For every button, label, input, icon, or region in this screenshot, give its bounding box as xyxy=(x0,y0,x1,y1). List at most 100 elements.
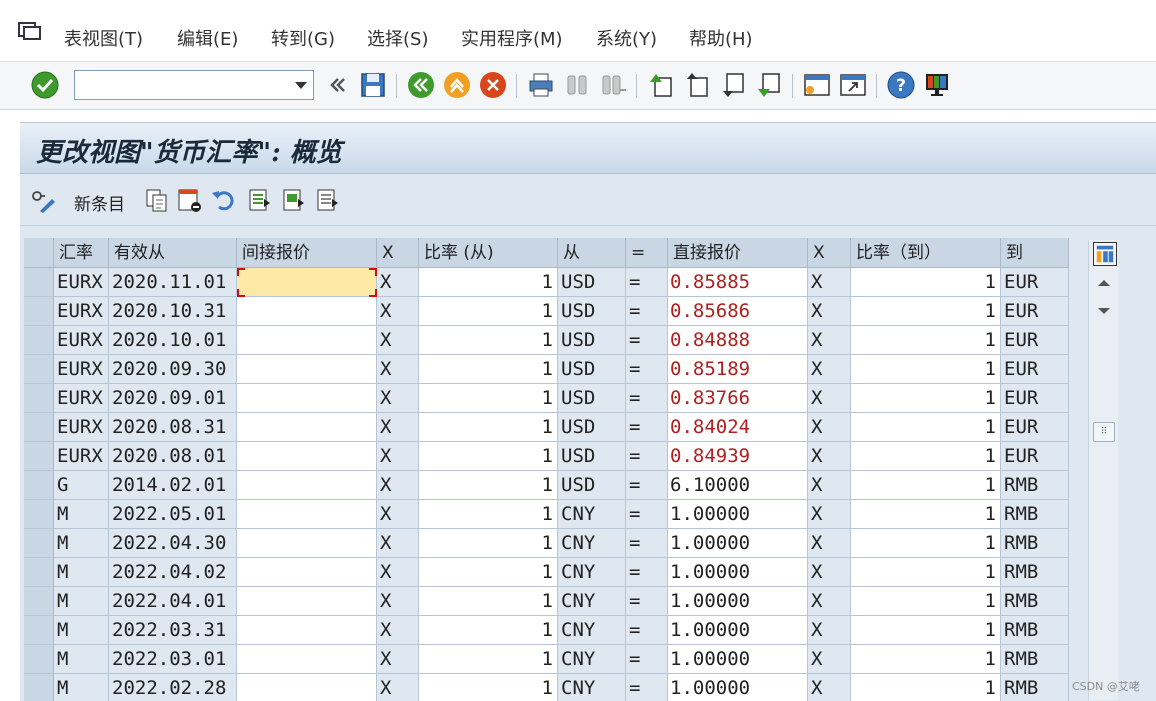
cell-ratio-to[interactable]: 1 xyxy=(851,471,1001,500)
cell-indirect-quote[interactable] xyxy=(237,529,377,558)
shortcut-icon[interactable] xyxy=(838,70,868,100)
previous-page-icon[interactable] xyxy=(682,70,712,100)
cell-ratio-to[interactable]: 1 xyxy=(851,529,1001,558)
enter-check-icon[interactable] xyxy=(30,70,60,100)
cell-direct-quote[interactable]: 0.83766 xyxy=(668,384,808,413)
cell-indirect-quote[interactable] xyxy=(237,297,377,326)
cell-ratio-from[interactable]: 1 xyxy=(419,355,558,384)
cell-ratio-to[interactable]: 1 xyxy=(851,297,1001,326)
menu-goto[interactable]: 转到(G) xyxy=(271,25,335,51)
row-selector[interactable] xyxy=(24,384,54,413)
edit-toggle-icon[interactable] xyxy=(30,187,56,213)
cell-ratio-from[interactable]: 1 xyxy=(419,587,558,616)
row-selector[interactable] xyxy=(24,297,54,326)
menu-table-view[interactable]: 表视图(T) xyxy=(64,25,143,51)
collapse-chevron-icon[interactable] xyxy=(322,70,352,100)
help-icon[interactable]: ? xyxy=(886,70,916,100)
exit-icon[interactable] xyxy=(442,70,472,100)
cell-direct-quote[interactable]: 1.00000 xyxy=(668,674,808,701)
cell-indirect-quote[interactable] xyxy=(237,558,377,587)
menu-system[interactable]: 系统(Y) xyxy=(596,25,657,51)
cell-ratio-from[interactable]: 1 xyxy=(419,645,558,674)
column-header-ratio-to[interactable]: 比率（到） xyxy=(851,238,1001,268)
command-field[interactable] xyxy=(74,70,314,100)
last-page-icon[interactable] xyxy=(754,70,784,100)
cell-indirect-quote[interactable] xyxy=(237,471,377,500)
cell-ratio-to[interactable]: 1 xyxy=(851,587,1001,616)
select-block-icon[interactable] xyxy=(280,187,306,213)
cell-indirect-quote[interactable] xyxy=(237,326,377,355)
cell-ratio-from[interactable]: 1 xyxy=(419,384,558,413)
layout-settings-icon[interactable] xyxy=(922,70,952,100)
row-selector[interactable] xyxy=(24,471,54,500)
save-icon[interactable] xyxy=(358,70,388,100)
row-selector[interactable] xyxy=(24,616,54,645)
cell-direct-quote[interactable]: 1.00000 xyxy=(668,616,808,645)
cell-indirect-quote[interactable] xyxy=(237,500,377,529)
deselect-all-icon[interactable] xyxy=(314,187,340,213)
row-selector[interactable] xyxy=(24,355,54,384)
column-header-rate-type[interactable]: 汇率 xyxy=(54,238,109,268)
row-selector[interactable] xyxy=(24,529,54,558)
cell-ratio-from[interactable]: 1 xyxy=(419,297,558,326)
menu-help[interactable]: 帮助(H) xyxy=(689,25,753,51)
next-page-icon[interactable] xyxy=(718,70,748,100)
cancel-icon[interactable] xyxy=(478,70,508,100)
cell-ratio-from[interactable]: 1 xyxy=(419,616,558,645)
scroll-down-icon[interactable] xyxy=(1098,308,1110,314)
find-next-icon[interactable] xyxy=(598,70,628,100)
row-selector[interactable] xyxy=(24,645,54,674)
cell-direct-quote[interactable]: 1.00000 xyxy=(668,558,808,587)
select-all-rows-button[interactable] xyxy=(24,238,54,268)
menu-window-icon[interactable] xyxy=(18,22,42,40)
cell-direct-quote[interactable]: 0.84939 xyxy=(668,442,808,471)
row-selector[interactable] xyxy=(24,326,54,355)
cell-indirect-quote[interactable] xyxy=(237,413,377,442)
column-header-x1[interactable]: X xyxy=(377,238,419,268)
cell-ratio-to[interactable]: 1 xyxy=(851,442,1001,471)
cell-indirect-quote[interactable] xyxy=(237,674,377,701)
row-selector[interactable] xyxy=(24,268,54,297)
cell-direct-quote[interactable]: 0.85686 xyxy=(668,297,808,326)
cell-indirect-quote[interactable] xyxy=(237,645,377,674)
row-selector[interactable] xyxy=(24,413,54,442)
back-icon[interactable] xyxy=(406,70,436,100)
copy-as-icon[interactable] xyxy=(144,187,170,213)
cell-direct-quote[interactable]: 0.85189 xyxy=(668,355,808,384)
cell-direct-quote[interactable]: 1.00000 xyxy=(668,500,808,529)
column-header-valid-from[interactable]: 有效从 xyxy=(109,238,237,268)
print-icon[interactable] xyxy=(526,70,556,100)
cell-indirect-quote[interactable] xyxy=(237,442,377,471)
cell-ratio-to[interactable]: 1 xyxy=(851,413,1001,442)
command-dropdown-icon[interactable] xyxy=(295,82,307,89)
cell-ratio-from[interactable]: 1 xyxy=(419,558,558,587)
column-header-x2[interactable]: X xyxy=(808,238,851,268)
command-input[interactable] xyxy=(77,73,277,97)
cell-ratio-to[interactable]: 1 xyxy=(851,268,1001,297)
first-page-icon[interactable] xyxy=(646,70,676,100)
table-settings-icon[interactable] xyxy=(1093,242,1117,266)
scroll-thumb-icon[interactable]: ⠿ xyxy=(1093,422,1115,442)
cell-ratio-to[interactable]: 1 xyxy=(851,645,1001,674)
scroll-up-icon[interactable] xyxy=(1098,280,1110,286)
cell-direct-quote[interactable]: 0.84888 xyxy=(668,326,808,355)
cell-direct-quote[interactable]: 1.00000 xyxy=(668,529,808,558)
cell-direct-quote[interactable]: 1.00000 xyxy=(668,587,808,616)
row-selector[interactable] xyxy=(24,500,54,529)
cell-ratio-to[interactable]: 1 xyxy=(851,616,1001,645)
menu-edit[interactable]: 编辑(E) xyxy=(177,25,238,51)
row-selector[interactable] xyxy=(24,558,54,587)
cell-ratio-from[interactable]: 1 xyxy=(419,674,558,701)
cell-direct-quote[interactable]: 1.00000 xyxy=(668,645,808,674)
cell-direct-quote[interactable]: 0.84024 xyxy=(668,413,808,442)
cell-ratio-to[interactable]: 1 xyxy=(851,355,1001,384)
cell-ratio-from[interactable]: 1 xyxy=(419,471,558,500)
cell-indirect-quote[interactable] xyxy=(237,587,377,616)
new-entries-button[interactable]: 新条目 xyxy=(74,190,125,215)
cell-ratio-to[interactable]: 1 xyxy=(851,326,1001,355)
cell-ratio-to[interactable]: 1 xyxy=(851,674,1001,701)
row-selector[interactable] xyxy=(24,442,54,471)
new-session-icon[interactable] xyxy=(802,70,832,100)
cell-ratio-to[interactable]: 1 xyxy=(851,558,1001,587)
cell-ratio-from[interactable]: 1 xyxy=(419,529,558,558)
